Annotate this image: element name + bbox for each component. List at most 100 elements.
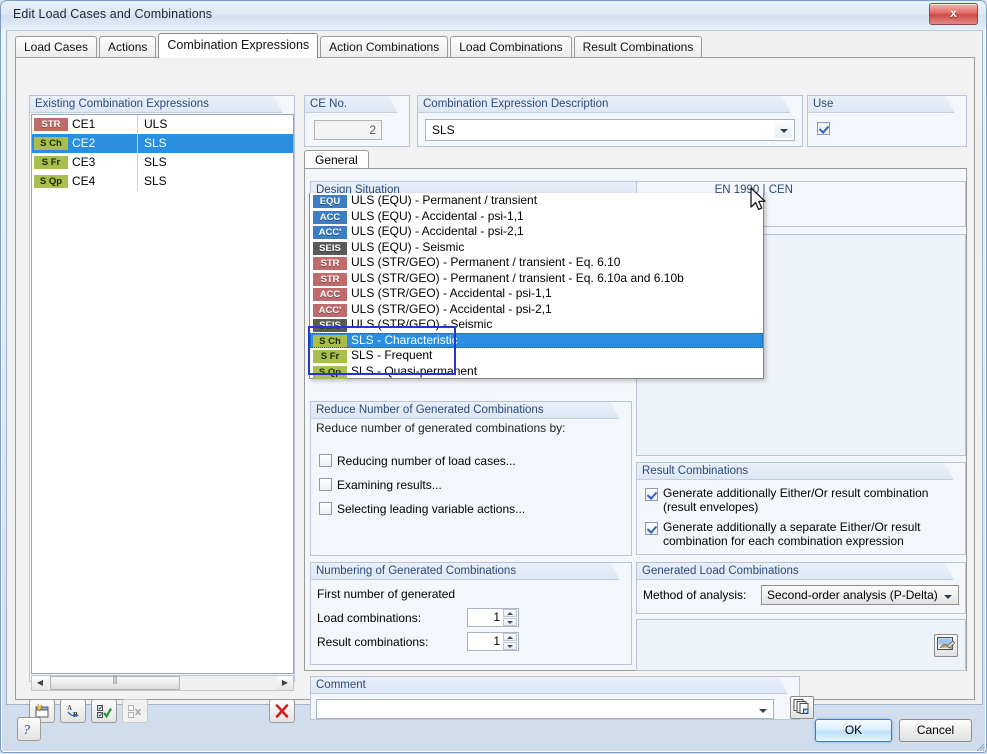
reduce-option-1[interactable]: Examining results...: [319, 478, 442, 492]
use-panel: Use: [807, 95, 967, 147]
dropdown-option[interactable]: ACC' ULS (EQU) - Accidental - psi-2,1: [310, 224, 763, 240]
method-of-analysis-combobox[interactable]: Second-order analysis (P-Delta): [761, 585, 959, 605]
design-situation-dropdown-list[interactable]: EQU ULS (EQU) - Permanent / transient ACC U…: [309, 193, 764, 379]
stepper-down-icon[interactable]: [503, 618, 517, 626]
reduce-checkbox-0[interactable]: [319, 454, 332, 467]
dropdown-option[interactable]: S Fr SLS - Frequent: [310, 348, 763, 364]
dialog-footer: ? OK Cancel: [1, 705, 987, 754]
chevron-down-icon[interactable]: [939, 588, 956, 604]
design-situation-badge: S Ch: [34, 137, 68, 150]
reduce-label-2: Selecting leading variable actions...: [337, 502, 526, 516]
list-item[interactable]: S Ch CE2 SLS: [32, 134, 293, 153]
dropdown-option[interactable]: ACC' ULS (STR/GEO) - Accidental - psi-2,1: [310, 302, 763, 318]
list-item-value: ULS: [144, 117, 168, 131]
result-combination-checkbox-0[interactable]: [645, 488, 658, 501]
design-situation-badge: ACC': [313, 303, 347, 317]
stepper-down-icon[interactable]: [503, 642, 517, 650]
design-situation-badge: EQU: [313, 195, 347, 208]
description-combobox[interactable]: SLS: [425, 119, 795, 141]
reduce-hint: Reduce number of generated combinations …: [316, 421, 566, 435]
design-situation-badge: S Qp: [313, 365, 347, 379]
ce-no-input[interactable]: 2: [314, 120, 382, 140]
list-item[interactable]: S Qp CE4 SLS: [32, 172, 293, 191]
edit-image-icon: [937, 637, 956, 650]
design-situation-badge: ACC: [313, 288, 347, 301]
help-button[interactable]: ?: [17, 717, 41, 741]
reduce-combinations-panel: Reduce Number of Generated Combinations …: [310, 401, 632, 556]
dropdown-option[interactable]: STR ULS (STR/GEO) - Permanent / transient…: [310, 255, 763, 271]
stepper-up-icon[interactable]: [503, 609, 517, 617]
cancel-button[interactable]: Cancel: [899, 719, 972, 742]
ce-no-title: CE No.: [305, 96, 397, 113]
resize-grip-icon[interactable]: [973, 740, 985, 752]
result-combinations-title: Result Combinations: [637, 463, 953, 480]
result-combinations-stepper[interactable]: 1: [467, 632, 519, 651]
dropdown-option[interactable]: EQU ULS (EQU) - Permanent / transient: [310, 193, 763, 209]
tab-actions[interactable]: Actions: [99, 36, 157, 57]
scroll-left-arrow-icon[interactable]: ◀: [32, 676, 48, 690]
result-combination-checkbox-1[interactable]: [645, 522, 658, 535]
method-of-analysis-label: Method of analysis:: [643, 588, 747, 602]
tab-load-combinations[interactable]: Load Combinations: [450, 36, 572, 57]
result-combinations-value: 1: [493, 634, 500, 648]
combination-expression-description-panel: Combination Expression Description SLS: [417, 95, 803, 147]
tab-result-combinations[interactable]: Result Combinations: [573, 36, 703, 57]
result-combination-option-1[interactable]: Generate additionally a separate Either/…: [645, 520, 963, 548]
dropdown-option-label: ULS (EQU) - Accidental - psi-2,1: [351, 224, 524, 238]
design-situation-badge: ACC': [313, 226, 347, 239]
list-item-name-cell: STR CE1: [32, 115, 138, 134]
dropdown-option[interactable]: SEIS ULS (EQU) - Seismic: [310, 240, 763, 256]
design-situation-badge: S Ch: [313, 334, 347, 348]
list-item[interactable]: STR CE1 ULS: [32, 115, 293, 134]
dropdown-option[interactable]: STR ULS (STR/GEO) - Permanent / transient…: [310, 271, 763, 287]
tab-load-cases[interactable]: Load Cases: [15, 36, 98, 57]
result-combinations-panel: Result Combinations Generate additionall…: [636, 462, 966, 555]
combination-expressions-list[interactable]: STR CE1 ULS S Ch CE2 SLS S Fr CE3 SLS S Qp CE4 SLS: [31, 114, 294, 674]
help-icon: ?: [23, 723, 30, 738]
reduce-panel-title: Reduce Number of Generated Combinations: [311, 402, 619, 419]
dropdown-option[interactable]: SEIS ULS (STR/GEO) - Seismic: [310, 317, 763, 333]
result-combination-label-1: Generate additionally a separate Either/…: [663, 520, 921, 548]
dropdown-option-label: ULS (STR/GEO) - Accidental - psi-1,1: [351, 286, 552, 300]
list-item[interactable]: S Fr CE3 SLS: [32, 153, 293, 172]
numbering-title: Numbering of Generated Combinations: [311, 563, 619, 580]
main-tabstrip: Load Cases Actions Combination Expressions…: [15, 33, 704, 58]
list-horizontal-scrollbar[interactable]: ◀ ▶: [31, 675, 294, 691]
reduce-checkbox-1[interactable]: [319, 478, 332, 491]
list-item-label: CE3: [72, 155, 96, 169]
dialog-window: Edit Load Cases and Combinations x Load …: [0, 0, 987, 753]
reduce-checkbox-2[interactable]: [319, 502, 332, 515]
scroll-right-arrow-icon[interactable]: ▶: [277, 676, 293, 690]
load-combinations-stepper[interactable]: 1: [467, 608, 519, 627]
dropdown-option[interactable]: S Qp SLS - Quasi-permanent: [310, 364, 763, 380]
result-combination-label-0: Generate additionally Either/Or result c…: [663, 486, 929, 514]
use-title: Use: [808, 96, 954, 113]
scroll-thumb[interactable]: [50, 676, 180, 690]
list-item-value: SLS: [144, 155, 167, 169]
close-button[interactable]: x: [929, 3, 978, 25]
edit-parameters-button[interactable]: [934, 634, 958, 657]
list-item-label: CE4: [72, 174, 96, 188]
description-value: SLS: [432, 123, 455, 137]
ok-button[interactable]: OK: [815, 719, 892, 742]
use-checkbox[interactable]: [817, 122, 830, 135]
numbering-panel: Numbering of Generated Combinations Firs…: [310, 562, 632, 665]
tab-action-combinations[interactable]: Action Combinations: [320, 36, 449, 57]
reduce-option-0[interactable]: Reducing number of load cases...: [319, 454, 516, 468]
dropdown-option[interactable]: S Ch SLS - Characteristic: [310, 332, 763, 348]
reduce-option-2[interactable]: Selecting leading variable actions...: [319, 502, 525, 516]
tab-combination-expressions[interactable]: Combination Expressions: [158, 33, 319, 58]
dropdown-option[interactable]: ACC ULS (EQU) - Accidental - psi-1,1: [310, 209, 763, 225]
dropdown-option-label: ULS (STR/GEO) - Seismic: [351, 317, 493, 331]
result-combination-option-0[interactable]: Generate additionally Either/Or result c…: [645, 486, 955, 514]
design-situation-badge: SEIS: [313, 319, 347, 332]
stepper-up-icon[interactable]: [503, 633, 517, 641]
design-situation-badge: STR: [313, 272, 347, 286]
generated-load-combinations-panel: Generated Load Combinations Method of an…: [636, 562, 966, 614]
description-title: Combination Expression Description: [418, 96, 790, 113]
dropdown-option[interactable]: ACC ULS (STR/GEO) - Accidental - psi-1,1: [310, 286, 763, 302]
load-combinations-label: Load combinations:: [317, 611, 422, 625]
list-item-name-cell: S Qp CE4: [32, 172, 138, 191]
general-tabstrip: General: [304, 150, 369, 171]
chevron-down-icon[interactable]: [775, 122, 792, 138]
